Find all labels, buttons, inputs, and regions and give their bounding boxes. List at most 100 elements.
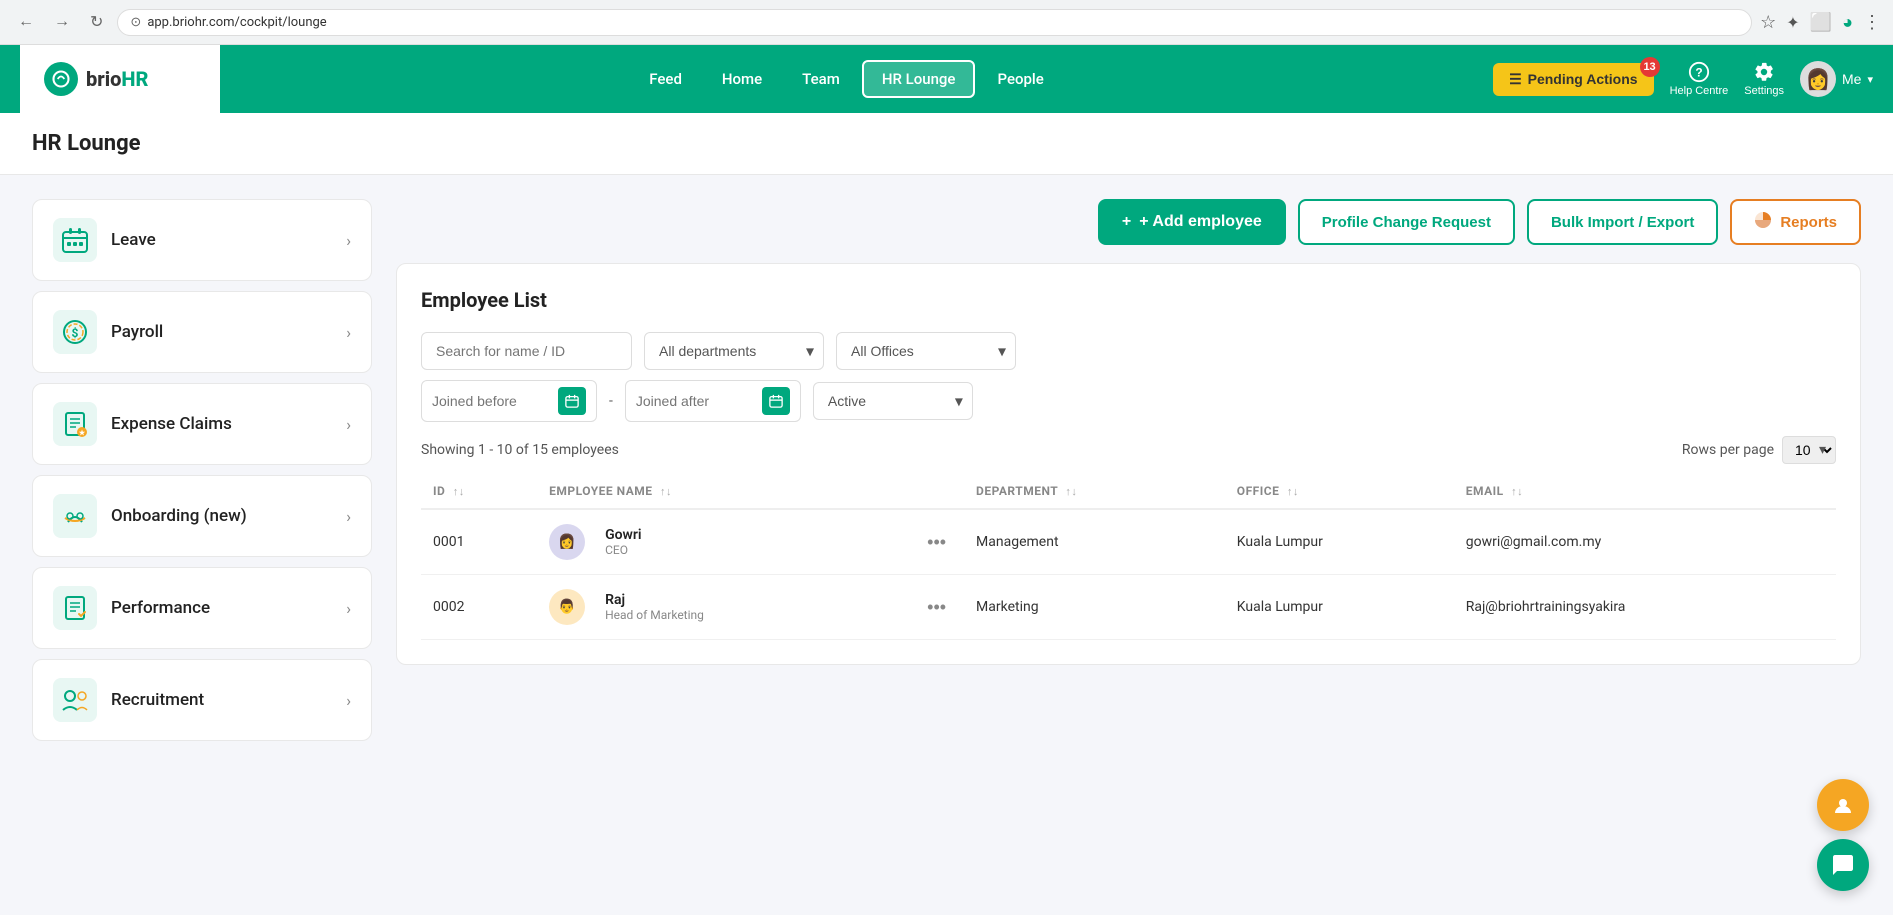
sidebar-item-expense-claims[interactable]: ★ Expense Claims › — [32, 383, 372, 465]
refresh-button[interactable]: ↻ — [84, 8, 109, 36]
col-email[interactable]: EMAIL ↑↓ — [1454, 474, 1836, 509]
joined-before-input[interactable] — [432, 393, 552, 409]
pending-count-badge: 13 — [1640, 57, 1660, 77]
rows-per-page-select[interactable]: 10 25 50 — [1782, 436, 1836, 464]
employee-email: gowri@gmail.com.my — [1454, 509, 1836, 575]
avatar-emoji: 👩 — [558, 534, 575, 550]
sidebar: Leave › $ Payroll › — [32, 199, 372, 751]
status-select[interactable]: Active Inactive All — [813, 382, 973, 420]
pending-actions-button[interactable]: ☰ Pending Actions 13 — [1493, 63, 1654, 96]
payroll-icon: $ — [53, 310, 97, 354]
settings-button[interactable]: Settings — [1744, 61, 1784, 97]
joined-before-wrapper — [421, 380, 597, 422]
nav-team[interactable]: Team — [784, 62, 858, 96]
pending-actions-label: Pending Actions — [1528, 71, 1638, 87]
address-bar[interactable]: ⊙ app.briohr.com/cockpit/lounge — [117, 9, 1752, 36]
filters-row-2: - Active Inactive — [421, 380, 1836, 422]
col-department[interactable]: DEPARTMENT ↑↓ — [964, 474, 1225, 509]
menu-icon[interactable]: ⋮ — [1863, 12, 1881, 33]
table-header: ID ↑↓ EMPLOYEE NAME ↑↓ DEPARTMENT ↑↓ — [421, 474, 1836, 509]
avatar: 👩 — [549, 524, 585, 560]
payroll-label: Payroll — [111, 322, 332, 342]
browser-chrome: ← → ↻ ⊙ app.briohr.com/cockpit/lounge ☆ … — [0, 0, 1893, 45]
table-row: 0002 👨 Raj Head of Marketing — [421, 575, 1836, 640]
showing-text: Showing 1 - 10 of 15 employees — [421, 442, 619, 458]
performance-icon — [53, 586, 97, 630]
joined-after-wrapper — [625, 380, 801, 422]
reports-button[interactable]: Reports — [1730, 199, 1861, 245]
user-label: Me — [1842, 71, 1861, 87]
svg-text:★: ★ — [79, 429, 86, 437]
sync-icon[interactable]: ◕ — [1842, 12, 1853, 33]
employee-more-btn-cell: ••• — [909, 575, 964, 640]
sidebar-item-recruitment[interactable]: Recruitment › — [32, 659, 372, 741]
employee-table: ID ↑↓ EMPLOYEE NAME ↑↓ DEPARTMENT ↑↓ — [421, 474, 1836, 640]
svg-text:$: $ — [72, 326, 79, 340]
url-text: app.briohr.com/cockpit/lounge — [147, 15, 1739, 30]
employee-more-button[interactable]: ••• — [921, 595, 952, 620]
date-separator: - — [609, 393, 613, 409]
employee-id: 0002 — [421, 575, 537, 640]
forward-button[interactable]: → — [48, 9, 76, 35]
lock-icon: ⊙ — [130, 15, 141, 30]
id-sort-icon: ↑↓ — [453, 485, 465, 498]
email-sort-icon: ↑↓ — [1511, 485, 1523, 498]
employee-more-btn-cell: ••• — [909, 509, 964, 575]
rows-per-page: Rows per page 10 25 50 — [1682, 436, 1836, 464]
user-avatar-button[interactable]: 👩 Me ▾ — [1800, 61, 1873, 97]
back-button[interactable]: ← — [12, 9, 40, 35]
sidebar-item-leave[interactable]: Leave › — [32, 199, 372, 281]
employee-more-button[interactable]: ••• — [921, 530, 952, 555]
onboarding-chevron-icon: › — [346, 507, 351, 526]
employee-name: Raj — [605, 592, 704, 608]
nav-people[interactable]: People — [979, 62, 1061, 96]
nav-feed[interactable]: Feed — [631, 62, 700, 96]
departments-select[interactable]: All departments — [644, 332, 824, 370]
employee-table-body: 0001 👩 Gowri CEO — [421, 509, 1836, 640]
col-dept[interactable] — [909, 474, 964, 509]
help-centre-label: Help Centre — [1670, 85, 1729, 97]
avatar: 👩 — [1800, 61, 1836, 97]
bulk-import-button[interactable]: Bulk Import / Export — [1527, 199, 1718, 245]
rows-per-page-select-wrapper: 10 25 50 — [1782, 436, 1836, 464]
departments-select-wrapper: All departments — [644, 332, 824, 370]
logo-text: brioHR — [86, 67, 148, 91]
nav-hr-lounge[interactable]: HR Lounge — [862, 60, 976, 98]
svg-text:?: ? — [1695, 66, 1702, 80]
support-bubble[interactable] — [1817, 779, 1869, 831]
main-content: Leave › $ Payroll › — [0, 175, 1893, 775]
employee-role: CEO — [605, 543, 641, 557]
chat-bubble-button[interactable] — [1817, 839, 1869, 891]
col-office[interactable]: OFFICE ↑↓ — [1225, 474, 1454, 509]
sidebar-item-onboarding[interactable]: Onboarding (new) › — [32, 475, 372, 557]
add-employee-button[interactable]: + + Add employee — [1098, 199, 1286, 245]
col-id[interactable]: ID ↑↓ — [421, 474, 537, 509]
expense-claims-label: Expense Claims — [111, 414, 332, 434]
avatar: 👨 — [549, 589, 585, 625]
puzzle-icon[interactable]: ⬜ — [1810, 12, 1832, 33]
avatar-emoji: 👨 — [558, 599, 575, 615]
sidebar-item-payroll[interactable]: $ Payroll › — [32, 291, 372, 373]
rows-per-page-label: Rows per page — [1682, 442, 1774, 458]
recruitment-label: Recruitment — [111, 690, 332, 710]
nav-home[interactable]: Home — [704, 62, 780, 96]
browser-icons: ☆ ✦ ⬜ ◕ ⋮ — [1760, 12, 1881, 33]
table-meta: Showing 1 - 10 of 15 employees Rows per … — [421, 436, 1836, 464]
joined-after-input[interactable] — [636, 393, 756, 409]
sidebar-item-performance[interactable]: Performance › — [32, 567, 372, 649]
employee-office: Kuala Lumpur — [1225, 575, 1454, 640]
offices-select[interactable]: All Offices — [836, 332, 1016, 370]
col-name[interactable]: EMPLOYEE NAME ↑↓ — [537, 474, 909, 509]
search-input[interactable] — [421, 332, 632, 370]
help-centre-button[interactable]: ? Help Centre — [1670, 61, 1729, 97]
joined-before-calendar-button[interactable] — [558, 387, 586, 415]
list-icon: ☰ — [1509, 71, 1522, 88]
star-icon[interactable]: ☆ — [1760, 12, 1776, 33]
recruitment-chevron-icon: › — [346, 691, 351, 710]
add-icon: + — [1122, 213, 1131, 231]
employee-info: Gowri CEO — [605, 527, 641, 557]
joined-after-calendar-button[interactable] — [762, 387, 790, 415]
performance-label: Performance — [111, 598, 332, 618]
extension-icon[interactable]: ✦ — [1786, 13, 1799, 32]
profile-change-button[interactable]: Profile Change Request — [1298, 199, 1515, 245]
